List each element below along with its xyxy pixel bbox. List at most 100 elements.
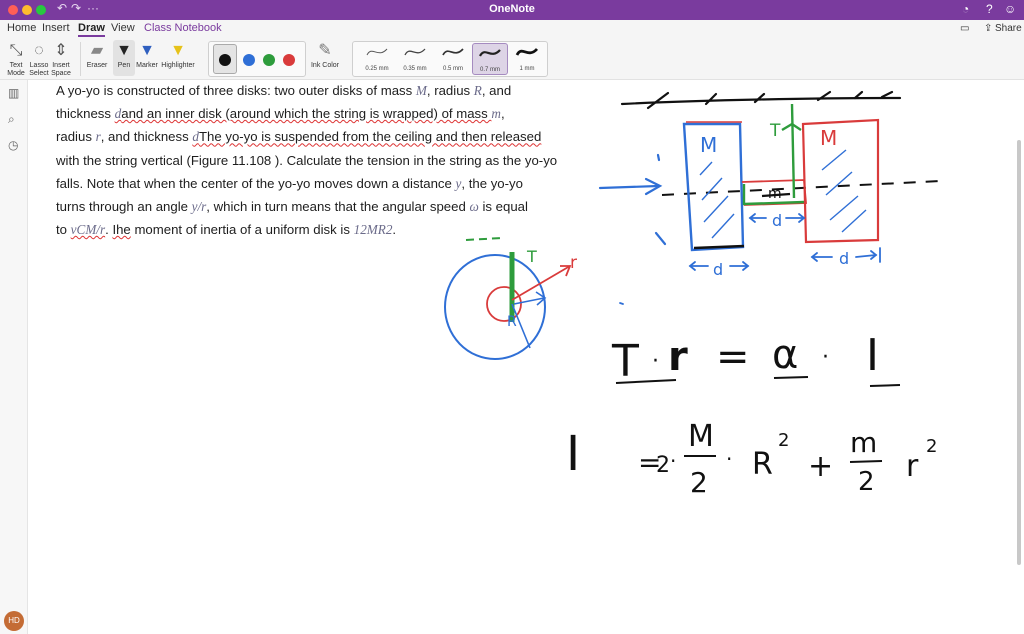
stroke-sample-icon [366,48,388,56]
eraser-label: Eraser [86,62,108,69]
text-run: to [56,222,71,238]
insert-space-label: Insert Space [51,62,71,77]
share-button[interactable]: Share [995,23,1022,34]
text-run: The yo-yo is suspended from the ceiling … [198,129,542,145]
notifications-icon[interactable]: ◔ [962,2,969,16]
math-var: vCM/r [70,222,106,238]
share-icon[interactable]: ⇪ [984,23,992,34]
text-run: , [500,106,505,122]
text-run: is equal [478,199,528,215]
ink-color-icon: ✎ [318,42,332,59]
highlighter-icon: ▼ [170,42,186,59]
account-icon[interactable]: ☺ [1004,2,1016,16]
stroke-sample-icon [404,48,426,56]
math-var: y/r [191,199,207,215]
pen-color-palette [208,41,306,77]
size-label: 0.7 mm [479,67,500,73]
text-run: Ihe [112,222,131,238]
pen-icon: ▼ [116,42,132,59]
lasso-icon: ◌ [34,42,44,59]
problem-line: radius r, and thickness dThe yo-yo is su… [56,125,616,148]
text-run: , radius [426,83,474,98]
ink-color-button[interactable]: ✎ Ink Color [310,40,340,70]
ink-color-label: Ink Color [310,62,339,69]
notebooks-icon[interactable]: ▥ [8,86,19,100]
pen-red-swatch[interactable] [283,54,295,66]
size-label: 0.35 mm [403,66,427,72]
size-label: 0.5 mm [442,66,463,72]
tab-view[interactable]: View [111,22,135,34]
text-run: . [392,222,397,238]
title-bar: ↶ ↷ ··· OneNote ◔ ? ☺ [0,0,1024,20]
search-icon[interactable]: ⌕ [8,112,15,127]
avatar[interactable]: HD [4,611,24,631]
tab-insert[interactable]: Insert [42,22,70,34]
text-run: , and thickness [100,129,193,145]
text-run: and an inner disk (around which the stri… [121,106,492,122]
size-label: 1 mm [519,66,535,72]
ribbon-tabs: Home Insert Draw View Class Notebook ▭ ⇪… [0,20,1024,38]
text-run: turns through an angle [56,199,192,215]
problem-line: A yo-yo is constructed of three disks: t… [56,79,616,102]
text-mode-label: Text Mode [7,62,25,77]
text-run: radius [56,129,96,145]
pen-button[interactable]: ▼ Pen [113,40,135,76]
vertical-scrollbar[interactable] [1017,140,1021,565]
insert-space-button[interactable]: ⇕ Insert Space [50,40,72,78]
tab-home[interactable]: Home [7,22,36,34]
window-title: OneNote [489,3,535,15]
marker-label: Marker [136,62,158,69]
recent-icon[interactable]: ◷ [8,138,18,152]
pen-size-picker: 0.25 mm 0.35 mm 0.5 mm 0.7 mm 1 mm [352,41,548,77]
lasso-select-button[interactable]: ◌ Lasso Select [28,40,50,78]
text-mode-icon: ⤡ [9,42,23,59]
size-option-035[interactable]: 0.35 mm [397,43,433,75]
lasso-select-label: Lasso Select [29,62,49,77]
math-var: M [415,83,427,98]
eraser-button[interactable]: ▰ Eraser [85,40,109,70]
text-run: moment of inertia of a uniform disk is [130,222,354,238]
math-var: d [192,129,199,145]
text-mode-button[interactable]: ⤡ Text Mode [4,40,28,78]
text-run: falls. Note that when the center of the … [56,175,456,191]
problem-text: A yo-yo is constructed of three disks: t… [56,79,616,241]
highlighter-button[interactable]: ▼ Highlighter [160,40,196,70]
navigation-rail: ▥ ⌕ ◷ HD [0,80,28,634]
draw-ribbon: ⤡ Text Mode ◌ Lasso Select ⇕ Insert Spac… [0,38,1024,80]
text-run: , and [481,83,512,98]
text-run: , the yo-yo [461,175,523,191]
tab-draw[interactable]: Draw [78,22,105,37]
ribbon-divider [80,42,81,76]
stroke-sample-icon [442,48,464,56]
size-option-07[interactable]: 0.7 mm [472,43,508,75]
stroke-sample-icon [479,49,501,57]
pen-green-swatch[interactable] [263,54,275,66]
pen-black-swatch[interactable] [219,54,231,66]
problem-line: turns through an angle y/r, which in tur… [56,195,616,218]
problem-line: to vCM/r. Ihe moment of inertia of a uni… [56,218,616,241]
help-icon[interactable]: ? [986,2,993,16]
size-option-025[interactable]: 0.25 mm [359,43,395,75]
problem-line: falls. Note that when the center of the … [56,172,616,195]
pen-label: Pen [117,62,131,69]
size-option-05[interactable]: 0.5 mm [435,43,471,75]
eraser-icon: ▰ [90,42,104,59]
math-var: m [491,106,501,122]
problem-line: thickness dand an inner disk (around whi… [56,102,616,125]
size-label: 0.25 mm [365,66,389,72]
tab-class-notebook[interactable]: Class Notebook [144,22,222,34]
highlighter-label: Highlighter [161,62,195,69]
math-var: R [473,83,482,98]
math-var: ω [469,199,479,215]
comments-icon[interactable]: ▭ [960,23,969,34]
text-run: , which in turn means that the angular s… [206,199,470,215]
insert-space-icon: ⇕ [54,42,68,59]
problem-line: with the string vertical (Figure 11.108 … [56,152,558,168]
size-option-1[interactable]: 1 mm [509,43,545,75]
pen-blue-swatch[interactable] [243,54,255,66]
text-run: thickness [56,106,115,122]
math-var: 12MR2 [353,222,393,238]
note-page[interactable]: A yo-yo is constructed of three disks: t… [28,80,1024,634]
marker-button[interactable]: ▼ Marker [136,40,158,70]
marker-icon: ▼ [139,42,155,59]
